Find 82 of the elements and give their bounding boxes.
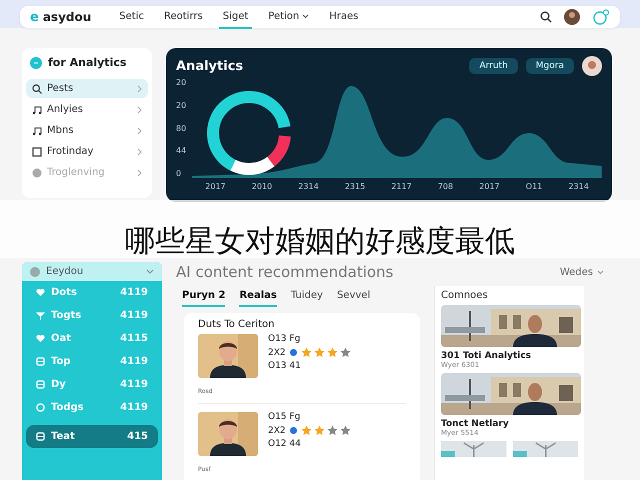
star-icon xyxy=(300,347,312,358)
square-icon xyxy=(32,146,42,156)
sidebar-item[interactable]: Mbns xyxy=(26,121,148,140)
entry-text: O13 Fg xyxy=(268,334,302,344)
chevron-icon xyxy=(137,168,142,176)
axis-tick-label: 2314 xyxy=(568,182,589,191)
tab[interactable]: Realas xyxy=(239,286,277,307)
heart-icon xyxy=(36,288,45,297)
filter-button[interactable]: Mgora xyxy=(526,58,574,74)
post-title[interactable]: Tonct Netlary xyxy=(441,419,578,429)
tab[interactable]: Sevvel xyxy=(336,286,370,307)
star-icon xyxy=(326,425,338,436)
sidebar-item[interactable]: Frotinday xyxy=(26,142,148,161)
music-note-icon xyxy=(32,126,42,136)
axis-tick-label: 20 xyxy=(176,100,186,110)
sidebar-item[interactable]: Anlyies xyxy=(26,100,148,119)
info-icon xyxy=(30,266,40,276)
nav-link[interactable]: Petion xyxy=(264,6,314,28)
sidebar-title: for Analytics xyxy=(48,56,126,69)
section-title: AI content recommendations xyxy=(176,263,394,281)
box-icon xyxy=(36,357,45,366)
nav-link[interactable]: Setic xyxy=(115,6,148,28)
logo-icon xyxy=(30,56,42,68)
axis-tick-label: 2315 xyxy=(344,182,366,191)
entry-text: O12 44 xyxy=(268,439,302,449)
avatar-icon[interactable] xyxy=(564,9,580,25)
avatar-icon[interactable] xyxy=(582,56,602,76)
menu-header[interactable]: Eeydou xyxy=(22,262,162,281)
star-icon xyxy=(326,347,338,358)
filter-dropdown[interactable]: Wedes xyxy=(554,266,610,278)
box-icon xyxy=(36,432,45,441)
caption-text: 哪些星女对婚姻的好感度最低 xyxy=(0,200,640,258)
chevron-icon xyxy=(137,148,142,156)
entry-text: O15 Fg xyxy=(268,412,302,422)
box-icon xyxy=(36,380,45,389)
panel-title: Analytics xyxy=(176,58,244,74)
star-icon xyxy=(314,347,325,358)
sidebar-item[interactable]: Pests xyxy=(26,79,148,98)
chevron-icon xyxy=(137,106,142,114)
nav-link[interactable]: Hraes xyxy=(325,6,362,28)
brand-name[interactable]: asydou xyxy=(42,10,92,24)
card-title: Duts To Ceriton xyxy=(198,319,276,330)
axis-tick-label: 2117 xyxy=(391,182,412,191)
status-dot-icon xyxy=(290,349,297,356)
music-note-icon xyxy=(32,104,42,114)
entry-text: O13 41 xyxy=(268,361,302,371)
axis-tick-label: 2010 xyxy=(252,182,272,191)
status-dot-icon xyxy=(290,427,297,434)
axis-tick-label: 708 xyxy=(438,182,454,191)
circle-icon xyxy=(36,403,45,412)
chevron-icon xyxy=(137,84,142,92)
axis-tick-label: 44 xyxy=(176,146,186,156)
heart-icon xyxy=(36,334,45,343)
axis-tick-label: O11 xyxy=(526,182,542,191)
axis-tick-label: 2017 xyxy=(205,182,226,191)
menu-item[interactable]: Teat 415 xyxy=(26,425,158,448)
axis-tick-label: 0 xyxy=(176,169,182,178)
star-icon xyxy=(314,425,325,436)
side-title: Comnoes xyxy=(441,290,489,301)
tab[interactable]: Puryn 2 xyxy=(182,286,226,307)
axis-tick-label: 2017 xyxy=(479,182,500,191)
logo-mark: e xyxy=(30,10,39,24)
axis-tick-label: 20 xyxy=(176,78,186,87)
search-icon[interactable] xyxy=(540,11,552,23)
entry-text: 2X2 xyxy=(268,348,286,358)
axis-tick-label: 80 xyxy=(176,124,186,132)
chevron-icon xyxy=(137,126,142,134)
axis-tick-label: 2314 xyxy=(298,182,319,191)
entry-text: 2X2 xyxy=(268,426,286,436)
circle-icon xyxy=(32,168,42,178)
star-icon xyxy=(300,425,312,436)
search-icon xyxy=(32,84,42,94)
nav-link[interactable]: Reotirrs xyxy=(160,6,207,28)
nav-link[interactable]: Siget xyxy=(218,6,252,28)
caret-icon xyxy=(302,14,310,18)
star-icon xyxy=(340,425,351,436)
star-icon xyxy=(340,347,351,358)
filter-button[interactable]: Arruth xyxy=(469,58,518,74)
caret-icon xyxy=(597,270,604,274)
post-title[interactable]: 301 Toti Analytics xyxy=(441,351,578,361)
tab[interactable]: Tuidey xyxy=(290,286,323,307)
chevron-icon xyxy=(146,268,154,274)
